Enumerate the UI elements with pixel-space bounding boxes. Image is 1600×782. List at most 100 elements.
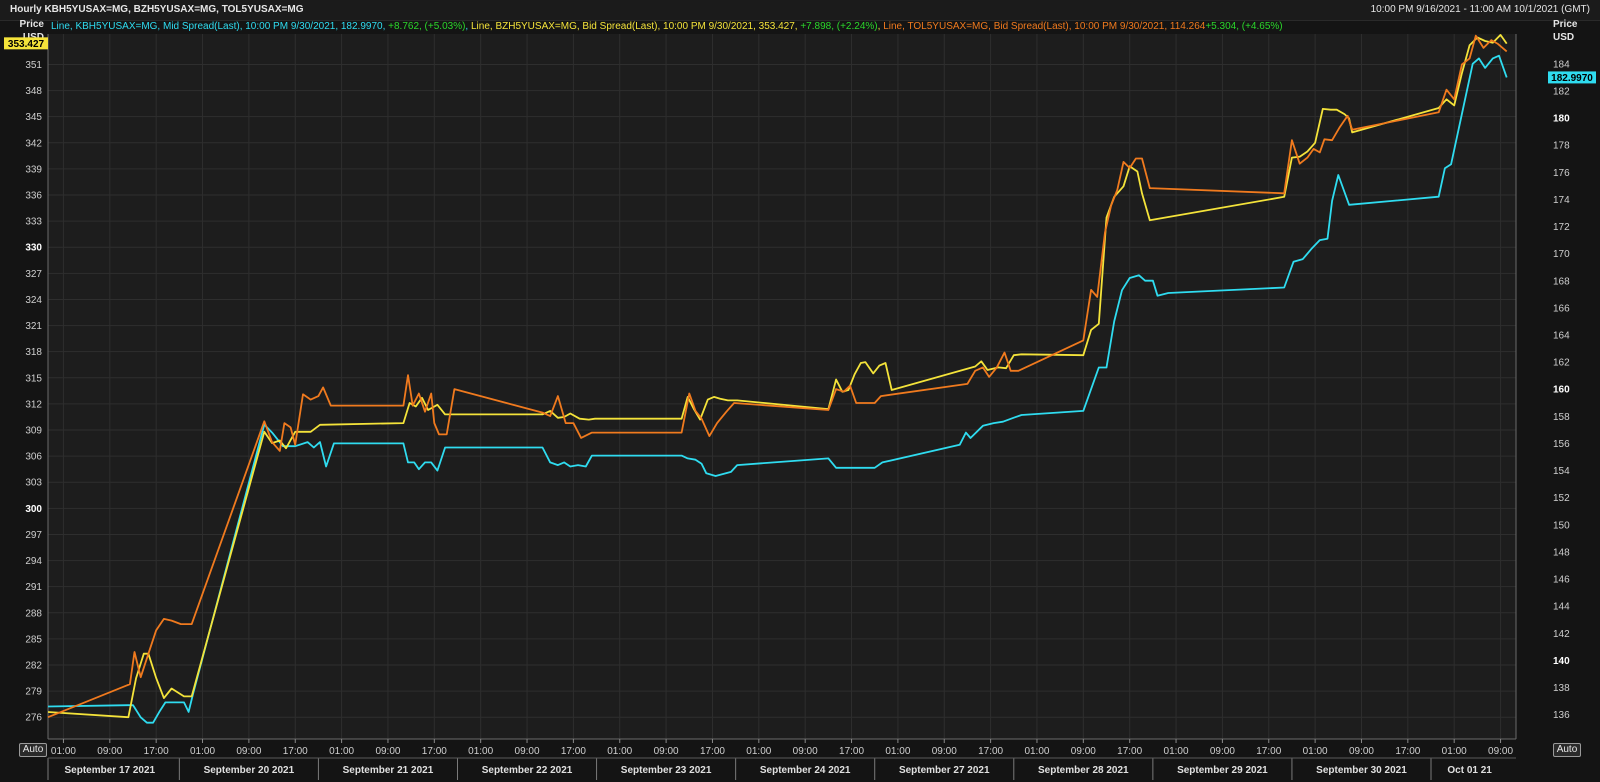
x-tick-label: 09:00	[1210, 746, 1235, 757]
right-tick-label: 140	[1553, 656, 1570, 667]
left-tick-label: 333	[25, 217, 42, 228]
x-tick-label: 09:00	[654, 746, 679, 757]
day-label: September 20 2021	[204, 765, 295, 776]
day-label: September 21 2021	[343, 765, 434, 776]
left-tick-label: 342	[25, 138, 42, 149]
right-tick-label: 160	[1553, 385, 1570, 396]
left-tick-label: 327	[25, 269, 42, 280]
x-tick-label: 01:00	[1303, 746, 1328, 757]
auto-scale-left-button[interactable]: Auto	[19, 743, 47, 757]
x-tick-label: 17:00	[144, 746, 169, 757]
right-tick-label: 150	[1553, 520, 1570, 531]
left-tick-label: 306	[25, 452, 42, 463]
chart-window: Hourly KBH5YUSAX=MG, BZH5YUSAX=MG, TOL5Y…	[0, 0, 1600, 782]
legend-entry-1: Line, KBH5YUSAX=MG, Mid Spread(Last), 10…	[51, 21, 388, 32]
left-tick-label: 285	[25, 634, 42, 645]
right-tick-label: 148	[1553, 547, 1570, 558]
right-tick-label: 184	[1553, 59, 1570, 70]
legend-entry-3: +5.304, (+4.65%)	[1205, 21, 1282, 32]
left-tick-label: 321	[25, 321, 42, 332]
x-tick-label: 09:00	[1488, 746, 1513, 757]
left-tick-label: 288	[25, 608, 42, 619]
day-label: September 17 2021	[64, 765, 155, 776]
left-tick-label: 276	[25, 713, 42, 724]
plot-area	[48, 34, 1516, 739]
x-tick-label: 01:00	[51, 746, 76, 757]
left-tick-label: 351	[25, 60, 42, 71]
x-tick-label: 01:00	[885, 746, 910, 757]
day-label: September 24 2021	[760, 765, 851, 776]
left-tick-label: 279	[25, 687, 42, 698]
x-tick-label: 09:00	[515, 746, 540, 757]
left-tick-label: 291	[25, 582, 42, 593]
right-tick-label: 158	[1553, 412, 1570, 423]
x-tick-label: 17:00	[283, 746, 308, 757]
x-tick-label: 09:00	[932, 746, 957, 757]
day-label: September 28 2021	[1038, 765, 1129, 776]
day-label: September 23 2021	[621, 765, 712, 776]
right-tick-label: 152	[1553, 493, 1570, 504]
day-label: September 22 2021	[482, 765, 573, 776]
x-tick-label: 17:00	[1256, 746, 1281, 757]
left-tick-label: 330	[25, 243, 42, 254]
right-tick-label: 174	[1553, 195, 1570, 206]
left-tick-label: 309	[25, 426, 42, 437]
left-tick-label: 282	[25, 661, 42, 672]
right-tick-label: 156	[1553, 439, 1570, 450]
x-tick-label: 01:00	[329, 746, 354, 757]
x-tick-label: 01:00	[468, 746, 493, 757]
legend-entry-3: Line, TOL5YUSAX=MG, Bid Spread(Last), 10…	[883, 21, 1206, 32]
x-tick-label: 01:00	[607, 746, 632, 757]
left-tick-label: 318	[25, 347, 42, 358]
left-tick-label: 324	[25, 295, 42, 306]
right-tick-label: 138	[1553, 683, 1570, 694]
left-tick-label: 315	[25, 373, 42, 384]
x-tick-label: 09:00	[375, 746, 400, 757]
x-tick-label: 09:00	[236, 746, 261, 757]
day-label: September 29 2021	[1177, 765, 1268, 776]
right-tick-label: 168	[1553, 276, 1570, 287]
right-last-value: 182.9970	[1551, 73, 1593, 84]
x-tick-label: 17:00	[1395, 746, 1420, 757]
x-tick-label: 17:00	[978, 746, 1003, 757]
x-tick-label: 17:00	[1117, 746, 1142, 757]
day-label: Oct 01 21	[1447, 765, 1492, 776]
auto-scale-right-button[interactable]: Auto	[1553, 743, 1581, 757]
right-tick-label: 162	[1553, 358, 1570, 369]
left-tick-label: 297	[25, 530, 42, 541]
left-tick-label: 336	[25, 191, 42, 202]
x-tick-label: 09:00	[1349, 746, 1374, 757]
x-tick-label: 17:00	[422, 746, 447, 757]
legend-entry-2: Line, BZH5YUSAX=MG, Bid Spread(Last), 10…	[471, 21, 800, 32]
right-tick-label: 170	[1553, 249, 1570, 260]
left-axis-label: Price	[20, 19, 45, 30]
x-tick-label: 09:00	[793, 746, 818, 757]
right-tick-label: 172	[1553, 222, 1570, 233]
right-tick-label: 176	[1553, 168, 1570, 179]
right-tick-label: 146	[1553, 575, 1570, 586]
right-tick-label: 154	[1553, 466, 1570, 477]
right-tick-label: 144	[1553, 602, 1570, 613]
x-tick-label: 01:00	[190, 746, 215, 757]
right-tick-label: 164	[1553, 330, 1570, 341]
legend: Line, KBH5YUSAX=MG, Mid Spread(Last), 10…	[51, 21, 1283, 32]
x-tick-label: 09:00	[97, 746, 122, 757]
x-tick-label: 17:00	[561, 746, 586, 757]
x-tick-label: 01:00	[1164, 746, 1189, 757]
right-tick-label: 178	[1553, 141, 1570, 152]
right-tick-label: 180	[1553, 114, 1570, 125]
chart-canvas: Price USD 276 279 282 285 288 291 294 297 300 303 30…	[4, 19, 1596, 780]
left-tick-label: 312	[25, 399, 42, 410]
day-label: September 27 2021	[899, 765, 990, 776]
x-tick-label: 09:00	[1071, 746, 1096, 757]
right-tick-label: 142	[1553, 629, 1570, 640]
day-label: September 30 2021	[1316, 765, 1407, 776]
left-tick-label: 348	[25, 86, 42, 97]
left-tick-label: 300	[25, 504, 42, 515]
left-tick-label: 345	[25, 112, 42, 123]
right-tick-label: 136	[1553, 710, 1570, 721]
x-tick-label: 17:00	[700, 746, 725, 757]
right-axis-label: USD	[1553, 32, 1574, 43]
right-tick-label: 182	[1553, 86, 1570, 97]
left-tick-label: 339	[25, 164, 42, 175]
